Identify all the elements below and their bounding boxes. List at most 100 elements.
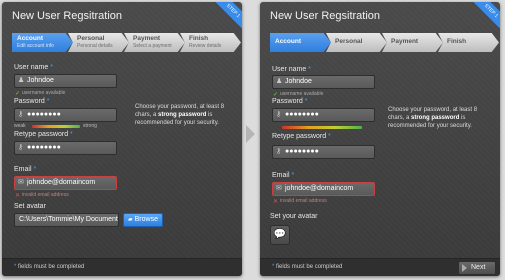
user-icon: ♟ <box>18 77 25 84</box>
step-label: Account <box>17 35 43 42</box>
required-mark: * <box>70 131 73 138</box>
panel-footer: * fields must be completed Next <box>260 258 500 276</box>
step-payment[interactable]: Payment Select a payment <box>124 33 185 52</box>
step-ribbon: STEP 1 <box>470 2 500 32</box>
wizard-steps: Account Edit account info Personal Perso… <box>12 33 242 52</box>
required-mark: * <box>33 166 37 173</box>
email-label-text: Email <box>272 172 290 179</box>
folder-icon: ▰ <box>128 217 133 223</box>
key-icon: ⚷ <box>276 148 282 155</box>
step-sub: Personal details <box>77 43 113 49</box>
panel-footer: * fields must be completed <box>2 258 242 276</box>
password-strength-meter <box>32 125 80 128</box>
username-label: User name * <box>272 66 311 73</box>
email-label: Email * <box>14 166 36 173</box>
required-mark: * <box>304 98 308 105</box>
required-mark: * <box>272 264 275 270</box>
username-hint: ✓ username available <box>273 91 324 98</box>
username-input[interactable]: ♟ Johndoe <box>14 74 117 88</box>
password-strength-meter <box>282 126 362 129</box>
step-account[interactable]: Account <box>270 33 331 52</box>
email-hint: ✕ invalid email address <box>15 192 69 199</box>
step-sub: Review details <box>189 43 222 49</box>
speech-bubble-icon: 💬 <box>273 229 287 240</box>
avatar-upload-button[interactable]: 💬 <box>270 225 290 245</box>
retype-value: ●●●●●●●● <box>285 148 319 155</box>
required-mark: * <box>308 66 311 73</box>
retype-value: ●●●●●●●● <box>27 144 61 151</box>
required-mark: * <box>46 98 50 105</box>
password-label: Password * <box>14 98 49 105</box>
password-input[interactable]: ⚷ ●●●●●●●● <box>14 108 117 122</box>
step-label: Finish <box>447 38 467 45</box>
tip-bold: strong password <box>411 115 460 121</box>
required-mark: * <box>50 64 53 71</box>
required-note: * fields must be completed <box>14 264 84 270</box>
email-hint-text: invalid email address <box>22 192 69 198</box>
next-label: Next <box>471 264 486 271</box>
step-label: Payment <box>391 38 419 45</box>
step-label: Personal <box>77 35 105 42</box>
key-icon: ⚷ <box>18 111 24 118</box>
email-hint-text: invalid email address <box>280 198 327 204</box>
required-mark: * <box>291 172 295 179</box>
error-icon: ✕ <box>15 193 21 199</box>
username-hint: ✓ username available <box>15 90 66 97</box>
key-icon: ⚷ <box>276 111 282 118</box>
error-icon: ✕ <box>273 199 279 205</box>
step-account[interactable]: Account Edit account info <box>12 33 73 52</box>
step-ribbon: STEP 1 <box>212 2 242 32</box>
required-mark: * <box>14 264 17 270</box>
tip-bold: strong password <box>158 112 207 118</box>
password-tip: Choose your password, at least 8 chars, … <box>135 103 240 127</box>
username-label: User name * <box>14 64 53 71</box>
step-finish[interactable]: Finish Review details <box>180 33 241 52</box>
password-input[interactable]: ⚷ ●●●●●●●● <box>272 108 375 122</box>
step-personal[interactable]: Personal Personal details <box>68 33 129 52</box>
step-sub: Edit account info <box>17 43 54 49</box>
arrow-right-icon <box>246 125 255 143</box>
username-label-text: User name <box>14 64 49 71</box>
step-label: Account <box>275 38 301 45</box>
key-icon: ⚷ <box>18 144 24 151</box>
username-value: Johndoe <box>285 78 312 85</box>
retype-label: Retype password * <box>14 131 73 138</box>
check-icon: ✓ <box>273 92 279 98</box>
email-label: Email * <box>272 172 294 179</box>
required-note: * fields must be completed <box>272 264 342 270</box>
envelope-icon: ✉ <box>276 185 282 192</box>
email-value: johndoe@domaincom <box>27 179 96 186</box>
step-payment[interactable]: Payment <box>382 33 443 52</box>
registration-panel-right: New User Regsitration STEP 1 Account Per… <box>260 2 500 276</box>
password-value: ●●●●●●●● <box>285 111 319 118</box>
required-mark: * <box>328 133 331 140</box>
email-label-text: Email <box>14 166 32 173</box>
retype-label-text: Retype password <box>272 133 327 140</box>
avatar-path-value: C:\Users\Tommie\My Document <box>19 216 118 223</box>
step-label: Payment <box>133 35 161 42</box>
meter-weak-label: weak <box>14 123 26 129</box>
email-value: johndoe@domaincom <box>285 185 354 192</box>
next-button[interactable]: Next <box>458 261 496 275</box>
browse-button[interactable]: ▰ Browse <box>123 213 163 227</box>
password-label-text: Password <box>14 98 45 105</box>
retype-label: Retype password * <box>272 133 331 140</box>
retype-password-input[interactable]: ⚷ ●●●●●●●● <box>272 145 375 159</box>
step-sub: Select a payment <box>133 43 172 49</box>
password-value: ●●●●●●●● <box>27 111 61 118</box>
username-hint-text: username available <box>280 91 324 97</box>
username-label-text: User name <box>272 66 307 73</box>
avatar-path-input[interactable]: C:\Users\Tommie\My Document <box>14 213 119 227</box>
username-input[interactable]: ♟ Johndoe <box>272 75 375 89</box>
meter-strong-label: strong <box>83 123 97 129</box>
step-personal[interactable]: Personal <box>326 33 387 52</box>
username-hint-text: username available <box>22 90 66 96</box>
envelope-icon: ✉ <box>18 179 24 186</box>
step-finish[interactable]: Finish <box>438 33 499 52</box>
avatar-label: Set avatar <box>14 203 46 210</box>
arrow-right-icon <box>462 264 467 272</box>
retype-password-input[interactable]: ⚷ ●●●●●●●● <box>14 141 117 155</box>
user-icon: ♟ <box>276 78 283 85</box>
email-input[interactable]: ✉ johndoe@domaincom <box>272 182 375 196</box>
email-input[interactable]: ✉ johndoe@domaincom <box>14 176 117 190</box>
